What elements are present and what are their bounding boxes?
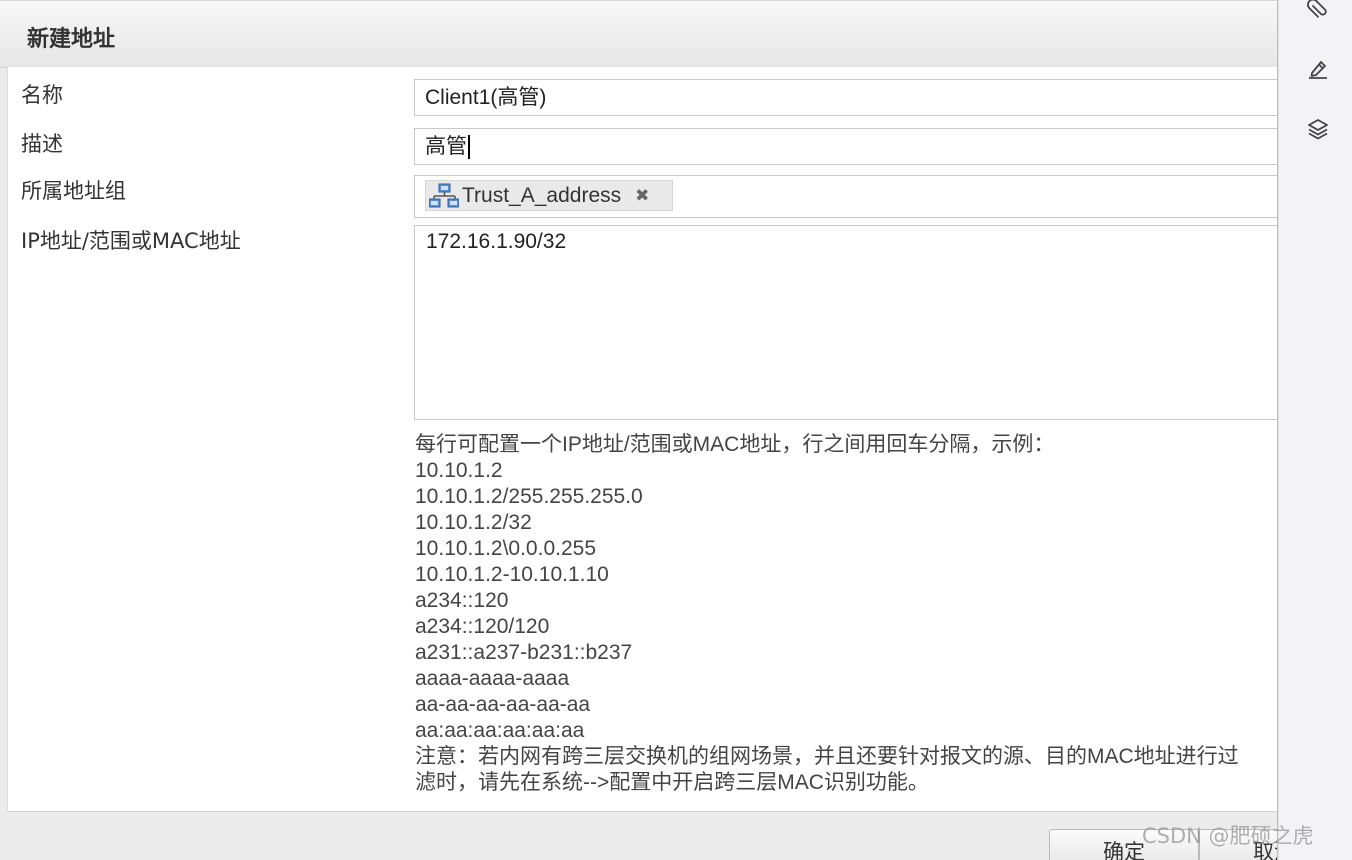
text-caret <box>468 135 470 160</box>
name-input-value: Client1(高管) <box>425 86 547 109</box>
help-intro: 每行可配置一个IP地址/范围或MAC地址，行之间用回车分隔，示例： <box>415 433 1055 456</box>
description-input-value: 高管 <box>425 135 467 158</box>
ip-address-value: 172.16.1.90/32 <box>426 230 567 253</box>
help-example: a234::120/120 <box>415 615 550 638</box>
dialog-title: 新建地址 <box>27 27 116 52</box>
dialog-footer: 确定 取消 <box>0 812 1277 860</box>
help-note-line1: 注意：若内网有跨三层交换机的组网场景，并且还要针对报文的源、目的MAC地址进行过 <box>415 745 1239 768</box>
help-example: 10.10.1.2/255.255.255.0 <box>415 485 643 508</box>
watermark: CSDN @肥硕之虎 <box>1142 824 1314 848</box>
address-group-label: 所属地址组 <box>21 179 126 203</box>
remove-tag-icon[interactable]: ✖ <box>635 186 649 206</box>
help-example: 10.10.1.2 <box>415 459 503 482</box>
help-example: aa-aa-aa-aa-aa-aa <box>415 693 591 716</box>
help-example: 10.10.1.2-10.10.1.10 <box>415 563 609 586</box>
description-input[interactable]: 高管 <box>414 128 1277 165</box>
layers-icon[interactable] <box>1305 116 1331 142</box>
address-group-tag-label: Trust_A_address <box>462 183 622 207</box>
help-text: 每行可配置一个IP地址/范围或MAC地址，行之间用回车分隔，示例： 10.10.… <box>415 432 1277 796</box>
help-example: a231::a237-b231::b237 <box>415 641 633 664</box>
new-address-dialog: 新建地址 名称 Client1(高管) 描述 高管 所属地址组 Trust_A_… <box>0 0 1278 860</box>
network-icon <box>429 183 459 207</box>
help-example: 10.10.1.2\0.0.0.255 <box>415 537 596 560</box>
dialog-body: 名称 Client1(高管) 描述 高管 所属地址组 Trust_A_addre… <box>7 67 1277 812</box>
address-group-select[interactable]: Trust_A_address ✖ <box>414 175 1277 218</box>
side-toolbar <box>1278 0 1352 860</box>
pen-icon[interactable] <box>1305 56 1331 82</box>
help-example: aaaa-aaaa-aaaa <box>415 667 570 690</box>
help-note-line2: 滤时，请先在系统-->配置中开启跨三层MAC识别功能。 <box>415 771 929 794</box>
dialog-header[interactable]: 新建地址 <box>0 0 1277 68</box>
description-label: 描述 <box>21 132 63 156</box>
help-example: 10.10.1.2/32 <box>415 511 532 534</box>
help-example: aa:aa:aa:aa:aa:aa <box>415 719 585 742</box>
name-input[interactable]: Client1(高管) <box>414 79 1277 116</box>
address-group-tag: Trust_A_address ✖ <box>425 180 673 211</box>
name-label: 名称 <box>21 83 63 107</box>
ip-address-label: IP地址/范围或MAC地址 <box>21 229 241 253</box>
paperclip-icon[interactable] <box>1305 0 1331 22</box>
help-example: a234::120 <box>415 589 509 612</box>
ip-address-textarea[interactable]: 172.16.1.90/32 <box>414 225 1277 420</box>
